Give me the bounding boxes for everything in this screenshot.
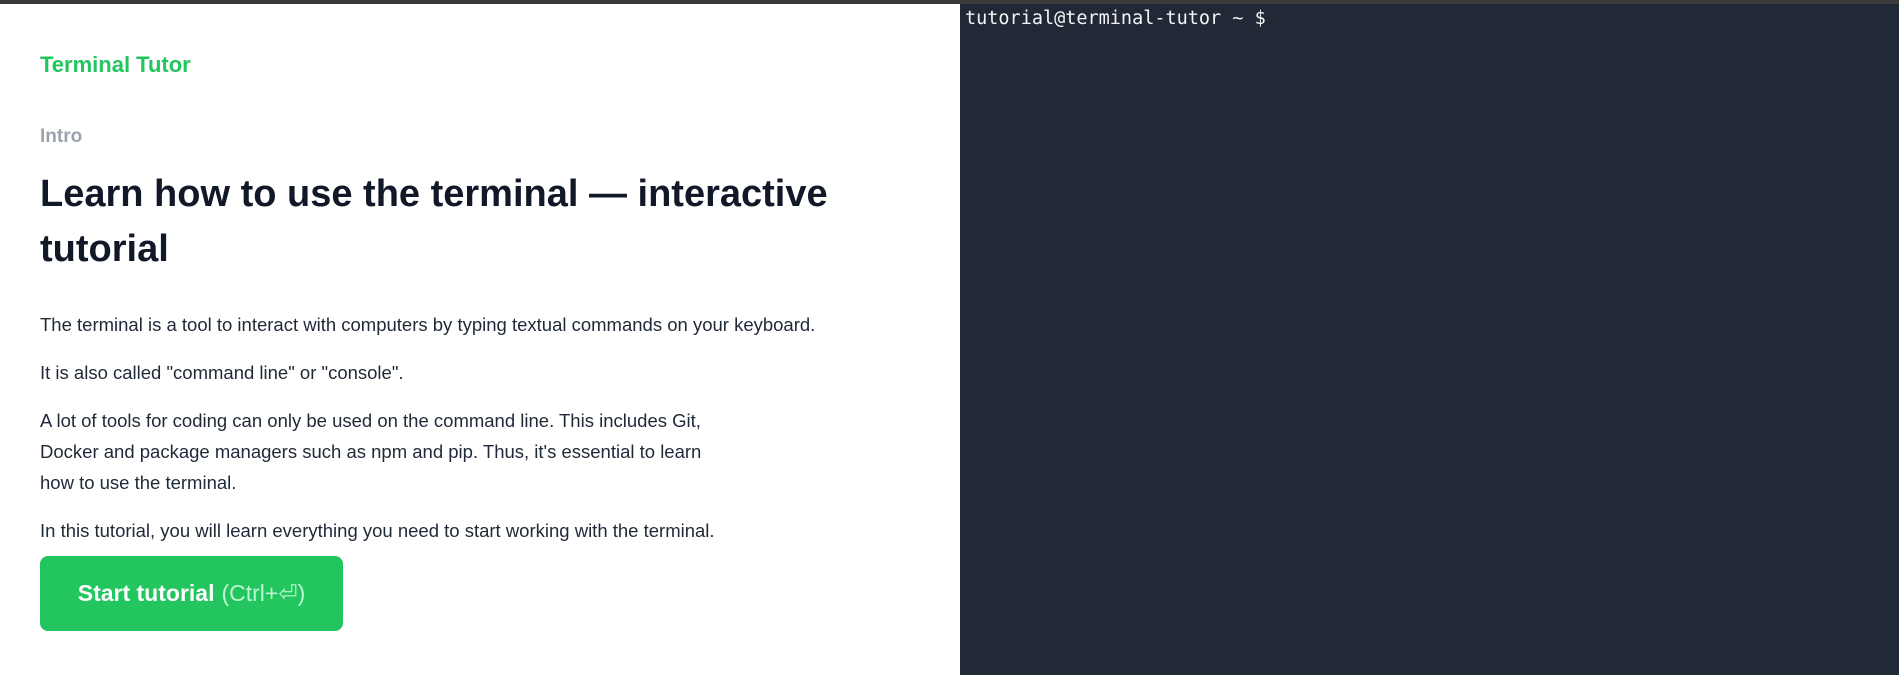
lesson-body: The terminal is a tool to interact with … <box>40 309 920 563</box>
section-label: Intro <box>40 126 83 147</box>
lesson-panel: Terminal Tutor Intro Learn how to use th… <box>0 4 960 675</box>
shortcut-hint: (Ctrl+⏎) <box>221 580 306 606</box>
brand-title[interactable]: Terminal Tutor <box>40 52 191 78</box>
start-tutorial-button[interactable]: Start tutorial (Ctrl+⏎) <box>40 556 343 631</box>
terminal-prompt: tutorial@terminal-tutor ~ $ <box>965 8 1266 29</box>
start-tutorial-label: Start tutorial <box>77 580 215 606</box>
paragraph: In this tutorial, you will learn everyth… <box>40 520 715 541</box>
paragraph: The terminal is a tool to interact with … <box>40 314 816 335</box>
lesson-title: Learn how to use the terminal — interact… <box>40 173 828 270</box>
terminal-panel[interactable]: tutorial@terminal-tutor ~ $ <box>960 4 1899 675</box>
paragraph: It is also called "command line" or "con… <box>40 362 404 383</box>
paragraph: A lot of tools for coding can only be us… <box>40 410 702 493</box>
